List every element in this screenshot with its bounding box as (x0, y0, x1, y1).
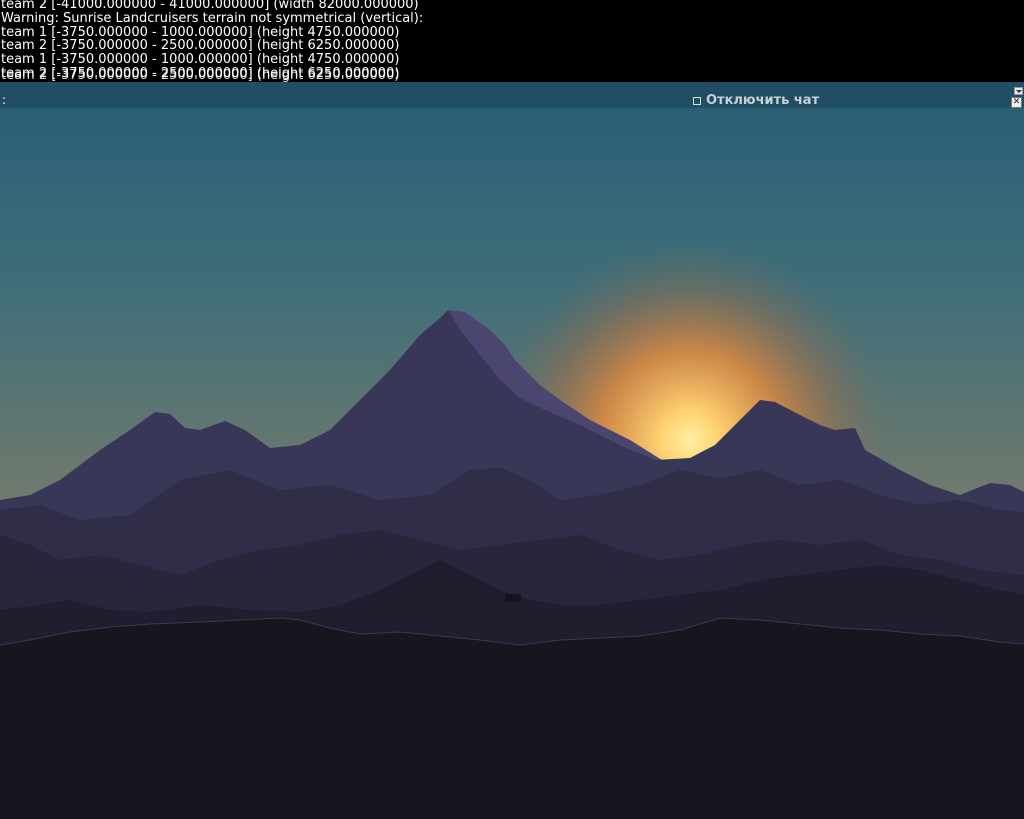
close-icon[interactable]: ✕ (1011, 97, 1022, 108)
console-line: Warning: Sunrise Landcruisers terrain no… (1, 10, 424, 26)
chat-input-prompt[interactable]: : (2, 94, 6, 106)
console-line: team 2 [-3750.000000 - 2500.000000] (hei… (1, 68, 400, 83)
chat-bar[interactable]: team 2 [-3750.000000 - 2500.000000] (hei… (0, 69, 1024, 108)
disable-chat-checkbox[interactable] (693, 97, 701, 105)
chevron-down-icon[interactable] (1014, 87, 1023, 95)
ground (0, 618, 1024, 819)
chat-overflow: team 2 [-3750.000000 - 2500.000000] (hei… (1, 69, 399, 83)
console-line: team 2 [-3750.000000 - 2500.000000] (hei… (1, 38, 400, 54)
disable-chat-toggle[interactable]: Отключить чат (693, 94, 819, 108)
console-line: team 1 [-3750.000000 - 1000.000000] (hei… (1, 52, 400, 68)
console-line: team 1 [-3750.000000 - 1000.000000] (hei… (1, 24, 400, 40)
sunrise-mountain-scene (0, 0, 1024, 819)
disable-chat-label: Отключить чат (706, 93, 820, 108)
landcruiser-silhouette (505, 594, 521, 602)
